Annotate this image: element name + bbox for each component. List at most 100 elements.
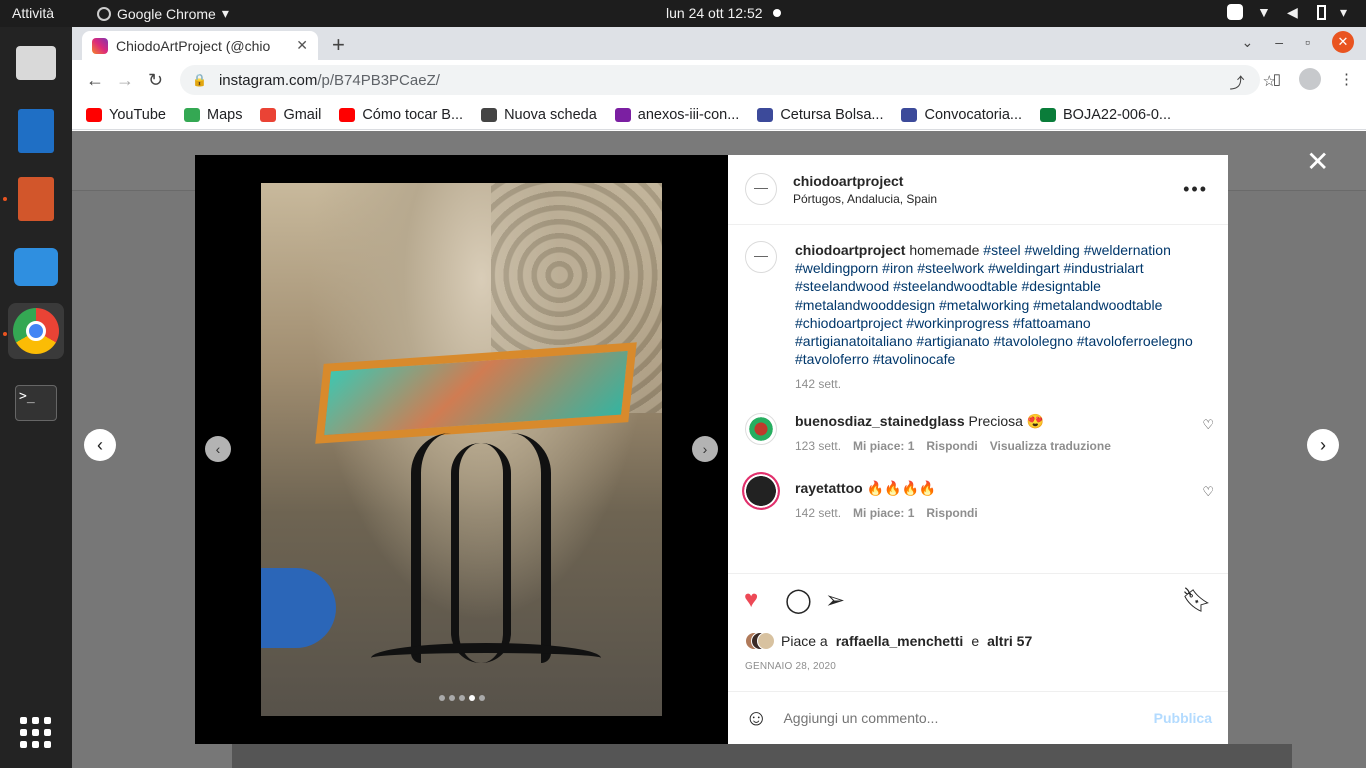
comment-likes[interactable]: Mi piace: 1	[853, 439, 914, 453]
youtube-icon	[339, 107, 356, 122]
post-username[interactable]: chiodoartproject	[793, 173, 903, 189]
caption-time[interactable]: 142 sett.	[795, 375, 841, 393]
post-date[interactable]: GENNAIO 28, 2020	[745, 661, 836, 672]
post-photo-table[interactable]	[261, 183, 662, 716]
omnibox-actions: ⤴ ☆	[1230, 72, 1276, 93]
comment-input[interactable]	[783, 710, 1154, 726]
circle-site-icon	[757, 107, 774, 122]
save-bookmark-icon[interactable]: 🔖︎	[1182, 586, 1212, 615]
next-post-chevron-right-icon[interactable]: ›	[1307, 429, 1339, 461]
carousel-next-chevron-right-icon[interactable]: ›	[692, 436, 718, 462]
app-menu[interactable]: Google Chrome ▾	[97, 5, 229, 22]
likes-prefix: Piace a	[781, 633, 828, 649]
chrome-window: ChiodoArtProject (@chio ✕ + ⌄ – ▫ ✕ ← → …	[72, 27, 1366, 768]
running-indicator	[3, 332, 7, 336]
carousel-prev-chevron-left-icon[interactable]: ‹	[205, 436, 231, 462]
carousel-dot	[439, 695, 445, 701]
avatar[interactable]	[745, 241, 777, 273]
running-indicator	[3, 197, 7, 201]
maximize-button[interactable]: ▫	[1305, 34, 1310, 50]
writer-app[interactable]	[8, 103, 64, 159]
more-options-icon[interactable]: •••	[1183, 179, 1208, 200]
instagram-favicon-icon	[92, 37, 108, 54]
comment-like-heart-icon[interactable]: ♡	[1202, 417, 1214, 433]
clock[interactable]: lun 24 ott 12:52	[666, 5, 781, 21]
address-bar[interactable]: 🔒 instagram.com/p/B74PB3PCaeZ/	[180, 65, 1260, 95]
bookmark-item[interactable]: Maps	[183, 107, 242, 123]
youtube-icon	[86, 107, 102, 122]
carousel-dot	[459, 695, 465, 701]
share-paper-plane-icon[interactable]: ➢	[825, 586, 845, 615]
likes-user-link[interactable]: raffaella_menchetti	[836, 633, 964, 649]
bookmark-item[interactable]: Gmail	[260, 107, 321, 123]
comment-time[interactable]: 123 sett.	[795, 439, 841, 453]
bookmark-item[interactable]: Nuova scheda	[481, 107, 597, 123]
avatar[interactable]	[745, 173, 777, 205]
files-app[interactable]	[8, 35, 64, 91]
bookmark-item[interactable]: Cómo tocar B...	[339, 107, 463, 123]
chrome-app[interactable]	[8, 303, 64, 359]
reload-icon[interactable]: ↻	[148, 70, 163, 91]
volume-icon: ◀	[1287, 4, 1298, 20]
close-icon[interactable]: ✕	[1306, 145, 1329, 178]
terminal-app[interactable]: >_	[8, 375, 64, 431]
caption-hashtags[interactable]: #steel #welding #weldernation #weldingpo…	[795, 242, 1193, 367]
comments-section: chiodoartproject homemade #steel #weldin…	[728, 225, 1228, 573]
comment-like-heart-icon[interactable]: ♡	[1202, 484, 1214, 500]
reply-button[interactable]: Rispondi	[926, 506, 977, 520]
bookmark-item[interactable]: YouTube	[86, 107, 166, 123]
share-icon[interactable]: ⤴	[1230, 72, 1245, 93]
like-heart-icon[interactable]: ♥	[744, 586, 758, 614]
show-apps-grid-icon[interactable]	[20, 717, 52, 749]
avatar[interactable]	[742, 472, 780, 510]
avatar[interactable]	[745, 413, 777, 445]
window-controls: ⌄ – ▫ ✕	[1242, 31, 1354, 53]
bookmark-item[interactable]: anexos-iii-con...	[614, 107, 739, 123]
activities-button[interactable]: Attività	[12, 5, 54, 21]
system-tray[interactable]: ▼ ◀ ▾	[1227, 4, 1356, 20]
avatar[interactable]	[757, 632, 775, 650]
bookmark-item[interactable]: Cetursa Bolsa...	[757, 107, 883, 123]
tab-instagram[interactable]: ChiodoArtProject (@chio ✕	[82, 31, 318, 60]
caption-text: homemade	[909, 242, 980, 258]
post-media: ‹ ›	[195, 155, 728, 744]
comment-username[interactable]: rayetattoo	[795, 480, 863, 496]
bookmark-item[interactable]: Convocatoria...	[901, 107, 1022, 123]
back-arrow-icon[interactable]: ←	[86, 70, 104, 91]
dock: >_	[0, 27, 72, 768]
liker-avatars	[745, 632, 775, 650]
emoji-smiley-icon[interactable]: ☺	[745, 705, 767, 731]
lock-icon[interactable]: 🔒	[192, 73, 207, 87]
bookmark-item[interactable]: BOJA22-006-0...	[1040, 107, 1171, 123]
carousel-dot	[449, 695, 455, 701]
skype-icon[interactable]	[1227, 4, 1243, 20]
comment-bubble-icon[interactable]: ◯	[785, 586, 812, 615]
impress-app[interactable]	[8, 171, 64, 227]
comment-username[interactable]: buenosdiaz_stainedglass	[795, 413, 965, 429]
tab-search-icon[interactable]: ⌄	[1242, 34, 1254, 51]
reply-button[interactable]: Rispondi	[926, 439, 977, 453]
tab-close-icon[interactable]: ✕	[296, 37, 308, 54]
comment-time[interactable]: 142 sett.	[795, 506, 841, 520]
comment-likes[interactable]: Mi piace: 1	[853, 506, 914, 520]
url-path: /p/B74PB3PCaeZ/	[317, 71, 440, 89]
url-host: instagram.com	[218, 71, 318, 89]
power-menu-icon[interactable]: ▾	[1340, 4, 1356, 20]
publish-button[interactable]: Pubblica	[1154, 710, 1212, 726]
chrome-menu-icon[interactable]: ⋮	[1339, 70, 1354, 88]
caption-username[interactable]: chiodoartproject	[795, 242, 905, 258]
forward-arrow-icon[interactable]: →	[116, 70, 134, 91]
software-app[interactable]	[8, 239, 64, 295]
side-panel-icon[interactable]: ▯	[1273, 70, 1281, 88]
minimize-button[interactable]: –	[1275, 34, 1283, 50]
translate-button[interactable]: Visualizza traduzione	[990, 439, 1111, 453]
app-menu-label: Google Chrome	[117, 5, 216, 22]
chrome-icon	[13, 308, 59, 354]
new-tab-button[interactable]: +	[332, 32, 345, 58]
prev-post-chevron-left-icon[interactable]: ‹	[84, 429, 116, 461]
close-window-button[interactable]: ✕	[1332, 31, 1354, 53]
profile-avatar[interactable]	[1299, 68, 1321, 90]
likes-others-link[interactable]: altri 57	[987, 633, 1032, 649]
maps-icon	[183, 107, 200, 122]
post-location[interactable]: Pórtugos, Andalucia, Spain	[793, 192, 937, 206]
